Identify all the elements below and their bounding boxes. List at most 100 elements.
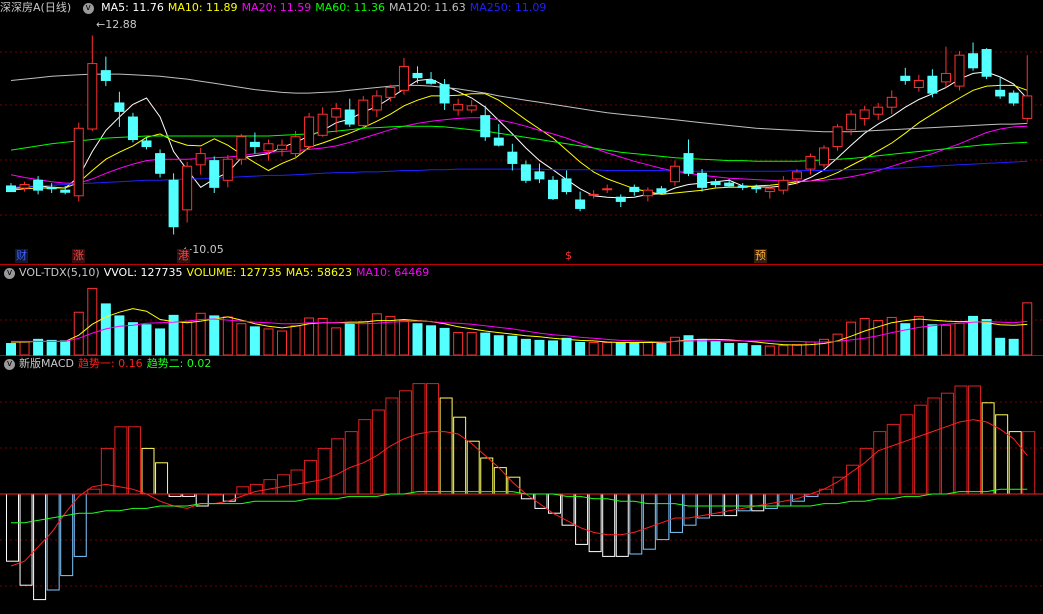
candle-body — [426, 79, 437, 84]
event-marker-earnings[interactable]: 财 — [15, 249, 28, 263]
volume-bar — [791, 344, 802, 356]
candle-body — [764, 188, 775, 193]
volume-bar — [561, 337, 572, 356]
ma-value-0: MA5: 11.76 — [101, 1, 164, 14]
vol-value-0: VOL-TDX(5,10) — [19, 266, 100, 279]
candle-body — [968, 53, 979, 69]
candle-body — [656, 188, 667, 194]
candle-body — [534, 171, 545, 180]
candle-body — [507, 151, 518, 164]
volume-bar — [534, 339, 545, 356]
volume-bar — [480, 332, 491, 356]
event-marker-hk[interactable]: 港 — [177, 249, 190, 263]
macd-bar — [493, 467, 507, 495]
volume-bar — [548, 340, 558, 356]
volume-bar — [263, 328, 274, 356]
macd-bar — [439, 397, 453, 495]
candle-body — [859, 109, 870, 119]
candle-body — [520, 164, 531, 181]
candle-body — [371, 95, 382, 111]
event-marker-limit-up[interactable]: 涨 — [72, 249, 85, 263]
vol-value-4: MA10: 64469 — [356, 266, 430, 279]
volume-bar — [317, 318, 328, 356]
volume-bar — [669, 336, 680, 356]
macd-bar — [304, 459, 318, 495]
candle-body — [249, 141, 260, 148]
stock-chart-canvas[interactable] — [0, 0, 1043, 614]
volume-bar — [222, 316, 233, 356]
candle-body — [588, 193, 599, 196]
macd-bar — [290, 469, 304, 495]
candle-body — [277, 144, 287, 150]
volume-bar — [358, 321, 369, 356]
volume-bar — [209, 315, 220, 356]
macd-bar — [236, 486, 250, 495]
candle-body — [263, 143, 274, 152]
volume-bar — [426, 325, 437, 356]
volume-bar — [751, 345, 762, 356]
macd-bar — [642, 493, 656, 550]
ma-value-5: MA250: 11.09 — [469, 1, 547, 14]
macd-bar — [981, 402, 995, 495]
event-marker-forecast[interactable]: 预 — [754, 249, 767, 263]
candle-body — [168, 179, 179, 228]
macd-bar — [385, 397, 399, 495]
volume-bar — [182, 321, 193, 356]
volume-bar — [981, 319, 992, 356]
candle-body — [954, 54, 965, 87]
macd-bar — [398, 390, 412, 495]
volume-values: VOL-TDX(5,10) VVOL: 127735 VOLUME: 127735 M… — [19, 266, 433, 279]
macd-bar — [913, 404, 927, 495]
candle-body — [100, 70, 111, 81]
volume-bar — [46, 339, 57, 356]
candle-body — [60, 189, 71, 193]
macd-bar — [141, 447, 155, 495]
candle-body — [778, 179, 789, 191]
candle-body — [290, 136, 301, 155]
volume-bar — [60, 340, 71, 356]
volume-bar — [575, 341, 586, 356]
macd-bar — [114, 426, 128, 495]
volume-bar — [398, 320, 409, 356]
macd-bar — [886, 423, 900, 495]
candle-body — [6, 185, 16, 193]
candle-body — [913, 79, 924, 88]
ma-value-4: MA120: 11.63 — [389, 1, 466, 14]
volume-bar — [73, 311, 84, 356]
macd-bar — [73, 493, 87, 557]
candle-body — [127, 116, 138, 141]
volume-bar — [127, 322, 138, 356]
candle-body — [317, 113, 328, 136]
volume-bar — [141, 324, 152, 356]
macd-bar — [277, 474, 290, 495]
candle-body — [195, 153, 206, 166]
macd-bar — [656, 493, 670, 541]
event-marker-dollar[interactable]: $ — [564, 249, 573, 263]
candle-body — [453, 103, 464, 111]
candle-body — [791, 171, 802, 180]
candle-body — [995, 89, 1006, 97]
candle-body — [493, 137, 504, 146]
macd-bar — [155, 462, 169, 495]
macd-bar — [1022, 431, 1036, 495]
indicator-menu-icon[interactable]: v — [82, 2, 94, 14]
volume-bar — [954, 322, 965, 356]
volume-bar — [1022, 302, 1033, 356]
macd-header: v 新版MACD 趋势一: 0.16 趋势二: 0.02 — [0, 356, 219, 372]
volume-bar — [846, 321, 857, 356]
macd-value-2: 趋势二: 0.02 — [146, 357, 212, 370]
volume-menu-icon[interactable]: v — [4, 267, 15, 279]
macd-menu-icon[interactable]: v — [4, 358, 15, 370]
vol-value-2: VOLUME: 127735 — [186, 266, 282, 279]
volume-bar — [683, 335, 694, 356]
candle-body — [873, 106, 884, 115]
macd-bar — [33, 493, 47, 601]
macd-bar — [588, 493, 602, 553]
candle-body — [575, 199, 586, 209]
ma-line-ma5 — [10, 71, 1028, 199]
candle-body — [940, 72, 951, 83]
macd-bar — [480, 457, 494, 495]
ma-value-3: MA60: 11.36 — [315, 1, 385, 14]
candle-body — [697, 172, 708, 188]
macd-bar — [669, 493, 683, 533]
